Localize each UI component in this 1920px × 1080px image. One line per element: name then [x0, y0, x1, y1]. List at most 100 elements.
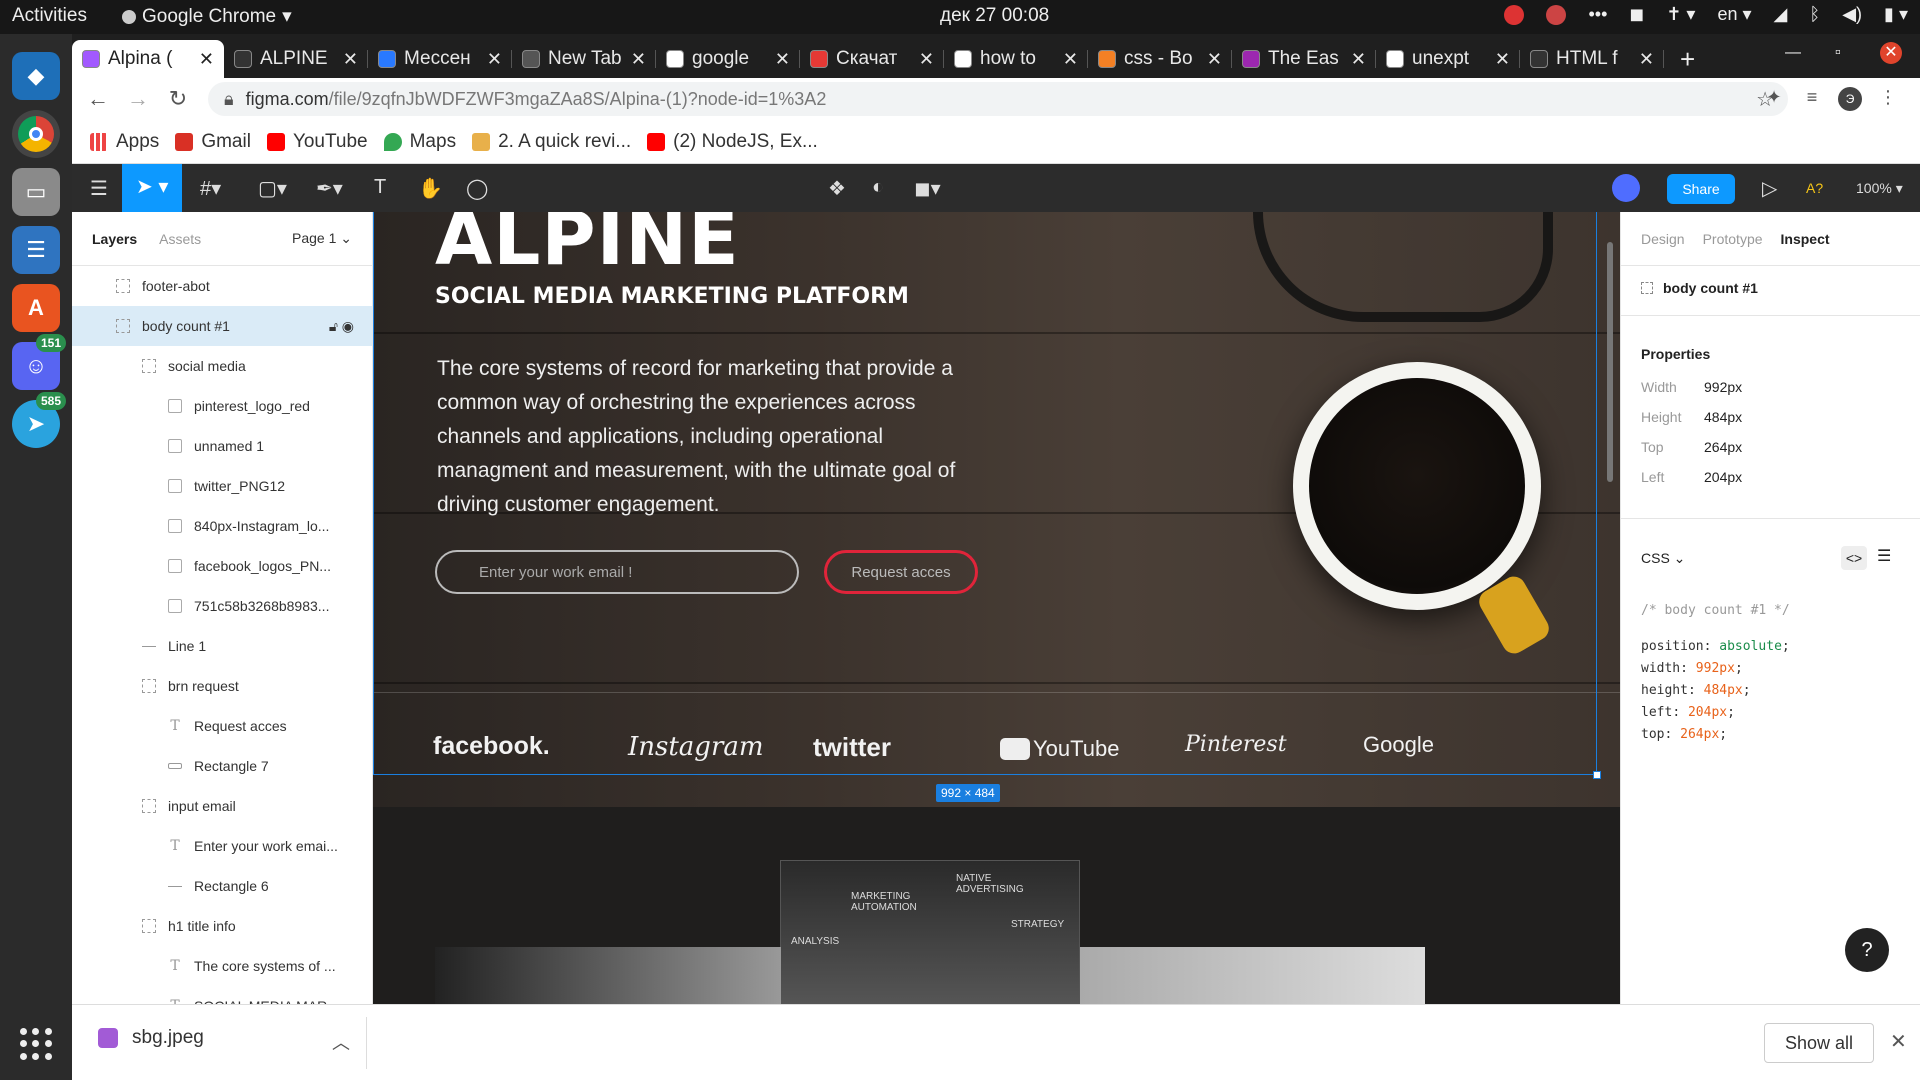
close-icon[interactable]: ✕ — [1890, 1029, 1907, 1054]
code-view-icon[interactable]: <> — [1841, 546, 1867, 570]
tab-0[interactable]: Alpina (✕ — [72, 40, 224, 78]
bookmark-maps[interactable]: Maps — [383, 131, 456, 153]
close-tab-icon[interactable]: ✕ — [1063, 49, 1078, 70]
battery-icon[interactable]: ▮ ▾ — [1884, 4, 1908, 25]
layer-row[interactable]: T The core systems of ... — [72, 946, 372, 986]
zoom-menu[interactable]: 100% ▾ — [1856, 180, 1903, 197]
page-selector[interactable]: Page 1 ⌄ — [292, 230, 352, 247]
component-icon[interactable]: ❖ — [828, 176, 846, 201]
close-tab-icon[interactable]: ✕ — [919, 49, 934, 70]
writer-icon[interactable]: ☰ — [12, 226, 60, 274]
layer-row[interactable]: T Request acces — [72, 706, 372, 746]
tab-prototype[interactable]: Prototype — [1703, 231, 1763, 247]
layer-row[interactable]: body count #1 🔓︎ ◉ — [72, 306, 372, 346]
tab-2[interactable]: Мессен ✕ — [368, 40, 512, 78]
close-tab-icon[interactable]: ✕ — [487, 49, 502, 70]
close-tab-icon[interactable]: ✕ — [1495, 49, 1510, 70]
user-avatar[interactable] — [1612, 174, 1640, 202]
download-item[interactable]: sbg.jpeg — [98, 1027, 204, 1049]
photo-left[interactable] — [435, 947, 781, 1004]
close-tab-icon[interactable]: ✕ — [1351, 49, 1366, 70]
show-all-button[interactable]: Show all — [1764, 1023, 1874, 1063]
tab-10[interactable]: HTML f ✕ — [1520, 40, 1664, 78]
show-apps-icon[interactable] — [20, 1028, 52, 1060]
discord-icon[interactable]: ☺ 151 — [12, 334, 66, 390]
discord-tray-icon[interactable]: ◼ — [1629, 4, 1644, 25]
volume-icon[interactable]: ◀) — [1842, 4, 1862, 25]
close-window-button[interactable]: ✕ — [1880, 42, 1902, 64]
layer-row[interactable]: unnamed 1 — [72, 426, 372, 466]
layer-row[interactable]: Rectangle 6 — [72, 866, 372, 906]
layer-row[interactable]: social media — [72, 346, 372, 386]
software-center-icon[interactable]: A — [12, 284, 60, 332]
maximize-button[interactable]: ▫ — [1835, 44, 1841, 62]
help-button[interactable]: ? — [1845, 928, 1889, 972]
tab-7[interactable]: css - Bo ✕ — [1088, 40, 1232, 78]
tab-design[interactable]: Design — [1641, 231, 1685, 247]
bluetooth-icon[interactable]: ᛒ — [1809, 4, 1820, 25]
tab-layers[interactable]: Layers — [92, 231, 137, 247]
layer-row[interactable]: input email — [72, 786, 372, 826]
frame-tool-icon[interactable]: #▾ — [200, 176, 221, 201]
bookmark-quick-review[interactable]: 2. A quick revi... — [472, 131, 631, 153]
clock[interactable]: дек 27 00:08 — [940, 5, 1049, 27]
layer-row[interactable]: Line 1 — [72, 626, 372, 666]
share-button[interactable]: Share — [1667, 174, 1735, 204]
activities-button[interactable]: Activities — [12, 5, 87, 27]
more-icon[interactable]: ••• — [1588, 4, 1607, 25]
close-tab-icon[interactable]: ✕ — [199, 49, 214, 70]
css-dropdown[interactable]: CSS ⌄ — [1641, 550, 1685, 567]
tab-3[interactable]: New Tab ✕ — [512, 40, 656, 78]
prop-value[interactable]: 484px — [1704, 409, 1742, 425]
layer-row[interactable]: pinterest_logo_red — [72, 386, 372, 426]
menu-kebab-icon[interactable]: ⋮ — [1876, 87, 1900, 111]
app-menu[interactable]: Google Chrome ▾ — [122, 5, 292, 28]
text-tool-icon[interactable]: T — [374, 176, 386, 199]
tab-inspect[interactable]: Inspect — [1781, 231, 1830, 247]
url-input[interactable]: 🔒︎ figma.com/file/9zqfnJbWDFZWF3mgaZAa8S… — [208, 82, 1788, 116]
bookmark-nodejs[interactable]: (2) NodeJS, Ex... — [647, 131, 818, 153]
minimize-button[interactable]: — — [1785, 44, 1801, 62]
bookmark-apps[interactable]: Apps — [90, 131, 159, 153]
tab-1[interactable]: ALPINE ✕ — [224, 40, 368, 78]
close-tab-icon[interactable]: ✕ — [1207, 49, 1222, 70]
boolean-icon[interactable]: ◼▾ — [914, 176, 941, 201]
close-tab-icon[interactable]: ✕ — [775, 49, 790, 70]
layer-row[interactable]: T Enter your work emai... — [72, 826, 372, 866]
layer-row[interactable]: Rectangle 7 — [72, 746, 372, 786]
chrome-icon[interactable] — [12, 110, 60, 158]
profile-avatar[interactable]: Э — [1838, 87, 1862, 111]
close-tab-icon[interactable]: ✕ — [343, 49, 358, 70]
tab-6[interactable]: how to ✕ — [944, 40, 1088, 78]
close-tab-icon[interactable]: ✕ — [1639, 49, 1654, 70]
files-icon[interactable]: ▭ — [12, 168, 60, 216]
present-icon[interactable]: ▷ — [1762, 176, 1777, 201]
accessibility-check[interactable]: A? — [1806, 180, 1823, 196]
media-control-icon[interactable]: ≡ — [1800, 87, 1824, 111]
prop-value[interactable]: 264px — [1704, 439, 1742, 455]
resize-handle[interactable] — [1593, 771, 1601, 779]
accessibility-icon[interactable]: ✝ ▾ — [1666, 4, 1695, 25]
hand-tool-icon[interactable]: ✋ — [418, 176, 443, 201]
comment-tool-icon[interactable]: ◯ — [466, 176, 488, 201]
lock-icon[interactable]: 🔒︎ — [224, 89, 234, 110]
design-canvas[interactable]: ALPINE SOCIAL MEDIA MARKETING PLATFORM T… — [373, 212, 1620, 1004]
main-menu-icon[interactable]: ☰ — [90, 176, 108, 201]
canvas-scrollbar[interactable] — [1607, 242, 1613, 482]
pen-tool-icon[interactable]: ✒▾ — [316, 176, 343, 201]
app-indicator-icon[interactable] — [1504, 4, 1525, 25]
lock-visibility-icons[interactable]: 🔓︎ ◉ — [329, 318, 354, 335]
telegram-icon[interactable]: ➤ 585 — [12, 392, 66, 448]
new-tab-button[interactable]: + — [1664, 40, 1711, 78]
layer-row[interactable]: twitter_PNG12 — [72, 466, 372, 506]
vscode-icon[interactable]: ◆ — [12, 52, 60, 100]
mask-icon[interactable]: ◐ — [872, 176, 884, 199]
tab-9[interactable]: unexpt ✕ — [1376, 40, 1520, 78]
layer-row[interactable]: TSOCIAL MEDIA MAR... — [72, 986, 372, 1004]
tab-4[interactable]: google ✕ — [656, 40, 800, 78]
list-view-icon[interactable]: ☰ — [1877, 546, 1891, 566]
bookmark-youtube[interactable]: YouTube — [266, 131, 368, 153]
move-tool-button[interactable]: ➤ ▾ — [122, 164, 182, 212]
wifi-icon[interactable]: ◢ — [1774, 4, 1788, 25]
tab-5[interactable]: Скачат ✕ — [800, 40, 944, 78]
